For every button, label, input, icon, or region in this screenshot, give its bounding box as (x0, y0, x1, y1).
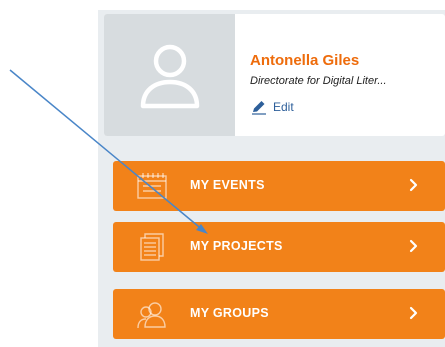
my-events-button[interactable]: MY EVENTS (113, 161, 445, 211)
document-icon (140, 233, 164, 261)
my-events-label: MY EVENTS (190, 178, 265, 192)
avatar (104, 14, 235, 136)
chevron-right-icon (409, 178, 418, 192)
my-groups-label: MY GROUPS (190, 306, 269, 320)
group-icon (137, 302, 166, 329)
calendar-icon (137, 173, 167, 199)
profile-organization: Directorate for Digital Liter... (250, 75, 387, 87)
user-silhouette-icon (140, 44, 200, 109)
profile-card: Antonella Giles Directorate for Digital … (104, 14, 445, 136)
my-projects-label: MY PROJECTS (190, 239, 283, 253)
edit-profile-link[interactable]: Edit (251, 98, 294, 116)
chevron-right-icon (409, 306, 418, 320)
my-projects-button[interactable]: MY PROJECTS (113, 222, 445, 272)
profile-name: Antonella Giles (250, 52, 360, 69)
my-groups-button[interactable]: MY GROUPS (113, 289, 445, 339)
edit-label: Edit (273, 100, 294, 114)
chevron-right-icon (409, 239, 418, 253)
pencil-icon (252, 101, 266, 115)
